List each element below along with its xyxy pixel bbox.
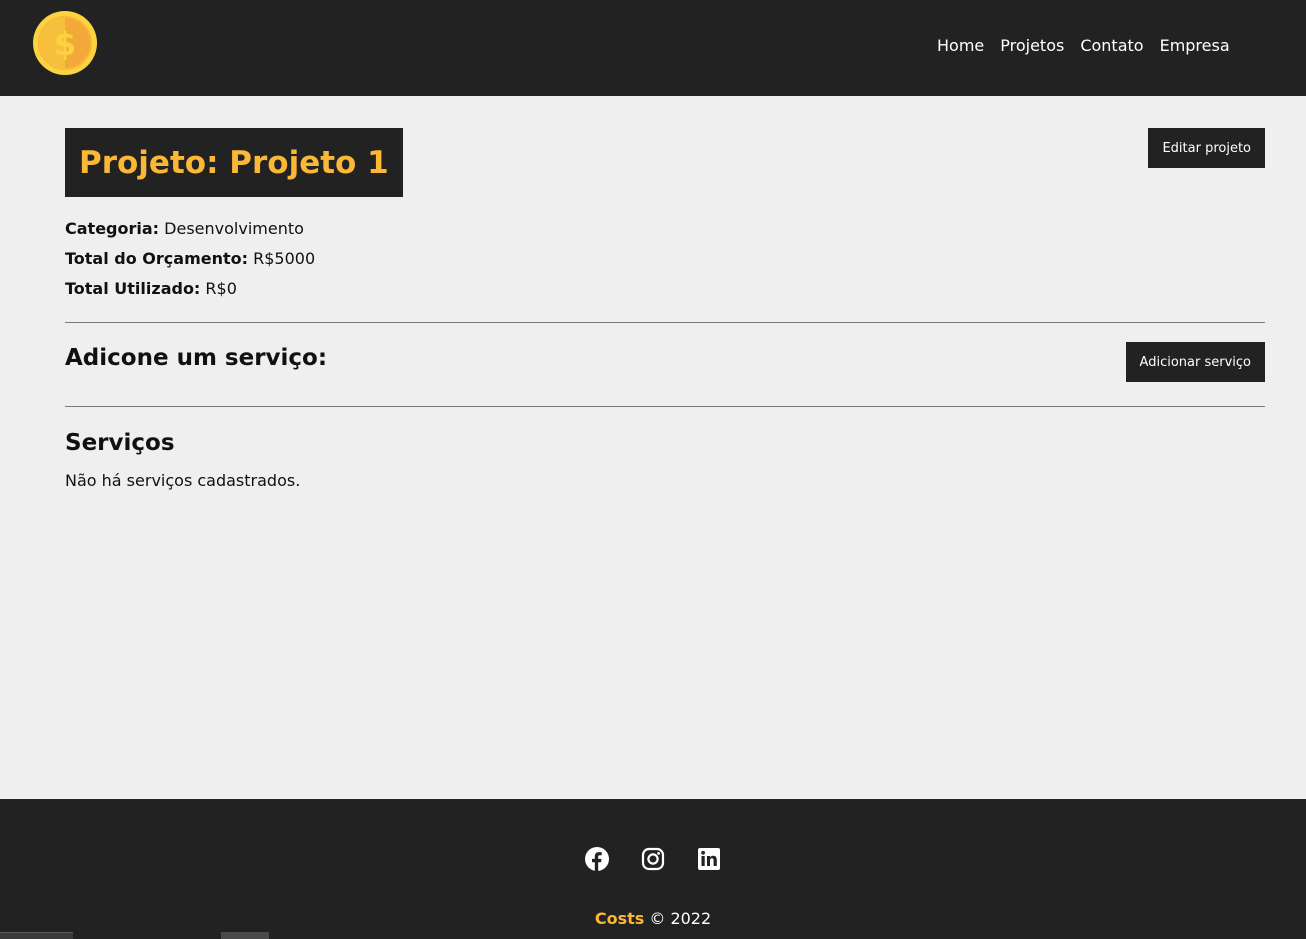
footer: Costs © 2022 — [0, 799, 1306, 939]
copyright-text: © 2022 — [649, 909, 712, 928]
project-info: Categoria: Desenvolvimento Total do Orça… — [65, 214, 315, 304]
services-heading: Serviços — [65, 430, 175, 456]
project-used: Total Utilizado: R$0 — [65, 274, 315, 304]
nav-link-home[interactable]: Home — [937, 36, 984, 56]
budget-value: R$5000 — [253, 249, 316, 268]
services-empty-message: Não há serviços cadastrados. — [65, 471, 301, 490]
nav-link-contato[interactable]: Contato — [1080, 36, 1143, 56]
main-content: Projeto: Projeto 1 Editar projeto Catego… — [0, 96, 1306, 799]
facebook-icon[interactable] — [585, 847, 609, 871]
project-category: Categoria: Desenvolvimento — [65, 214, 315, 244]
navbar: $ Home Projetos Contato Empresa — [0, 0, 1306, 96]
project-title-box: Projeto: Projeto 1 — [65, 128, 403, 197]
social-links — [0, 847, 1306, 871]
divider — [65, 406, 1265, 407]
used-value: R$0 — [205, 279, 237, 298]
copyright: Costs © 2022 — [0, 909, 1306, 928]
edit-project-button[interactable]: Editar projeto — [1148, 128, 1265, 168]
used-label: Total Utilizado: — [65, 279, 201, 298]
linkedin-icon[interactable] — [697, 847, 721, 871]
project-budget: Total do Orçamento: R$5000 — [65, 244, 315, 274]
coin-logo-icon[interactable]: $ — [33, 11, 97, 75]
add-service-heading: Adicone um serviço: — [65, 345, 328, 371]
nav-link-projetos[interactable]: Projetos — [1000, 36, 1064, 56]
category-value: Desenvolvimento — [164, 219, 304, 238]
project-title: Projeto: Projeto 1 — [79, 144, 389, 181]
add-service-button[interactable]: Adicionar serviço — [1125, 342, 1265, 382]
instagram-icon[interactable] — [641, 847, 665, 871]
divider — [65, 322, 1265, 323]
svg-text:$: $ — [54, 25, 76, 63]
budget-label: Total do Orçamento: — [65, 249, 249, 268]
taskbar-fragment — [221, 932, 269, 939]
footer-brand: Costs — [594, 909, 645, 928]
nav-links: Home Projetos Contato Empresa — [937, 36, 1246, 56]
nav-link-empresa[interactable]: Empresa — [1160, 36, 1230, 56]
taskbar-fragment — [0, 932, 73, 939]
category-label: Categoria: — [65, 219, 160, 238]
